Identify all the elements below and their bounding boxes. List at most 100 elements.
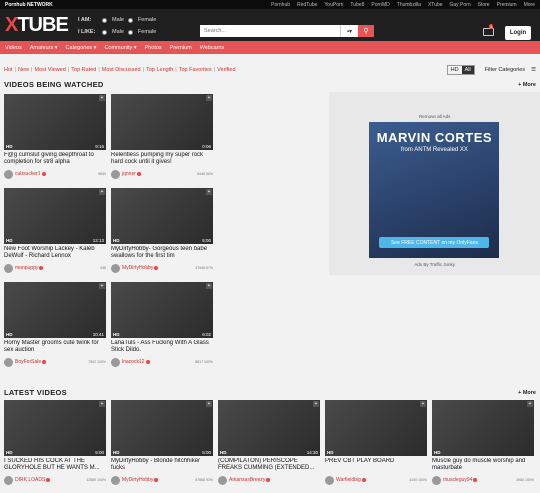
- video-thumbnail[interactable]: + HD 9:16: [4, 94, 106, 150]
- video-card[interactable]: + HD 12:13 New Foot Worship Lackey - Kaleb …: [4, 188, 106, 279]
- filter-categories-button[interactable]: Filter Categories ☰: [485, 67, 536, 73]
- ilike-male-radio[interactable]: [102, 29, 107, 35]
- filter-top-favorites[interactable]: Top Favorites: [179, 67, 212, 73]
- uploader-name[interactable]: Warfieldbig: [336, 477, 361, 483]
- network-link[interactable]: PornMD: [371, 2, 389, 8]
- more-link[interactable]: + More: [518, 390, 536, 396]
- network-link[interactable]: RedTube: [297, 2, 317, 8]
- network-link[interactable]: Gay Porn: [450, 2, 471, 8]
- add-icon[interactable]: +: [99, 401, 105, 407]
- video-title[interactable]: Relentless pumping my super rock hard co…: [111, 152, 213, 167]
- avatar[interactable]: [111, 357, 120, 367]
- nav-amateurs[interactable]: Amateurs ▾: [30, 45, 58, 51]
- network-link[interactable]: More: [524, 2, 535, 8]
- avatar[interactable]: [111, 169, 120, 179]
- network-link[interactable]: Premium: [497, 2, 517, 8]
- uploader-name[interactable]: MyDirtyHobby: [122, 477, 153, 483]
- add-icon[interactable]: +: [420, 401, 426, 407]
- network-link[interactable]: YouPorn: [324, 2, 343, 8]
- uploader-name[interactable]: lnacock12: [122, 359, 145, 365]
- network-link[interactable]: Store: [478, 2, 490, 8]
- video-thumbnail[interactable]: +0:06: [111, 94, 213, 150]
- video-card[interactable]: +0:06 Relentless pumping my super rock ha…: [111, 94, 213, 185]
- ad-cta-button[interactable]: See FREE CONTENT on my OnlyFans: [379, 237, 490, 248]
- iam-male-radio[interactable]: [102, 17, 107, 23]
- video-title[interactable]: MyDirtyHobby- Gorgeous teen babe swallow…: [111, 246, 213, 261]
- video-title[interactable]: New Foot Worship Lackey - Kaleb DeWulf -…: [4, 246, 106, 261]
- network-brand[interactable]: Pornhub NETWORK: [5, 2, 53, 8]
- video-thumbnail[interactable]: + HD 6:02: [111, 282, 213, 338]
- avatar[interactable]: [4, 475, 13, 485]
- network-link[interactable]: Pornhub: [271, 2, 290, 8]
- video-card[interactable]: + HD 5:00 MyDirtyHobby - Blonde hitchhiker …: [111, 400, 213, 491]
- video-card[interactable]: + HD 9:16 F@g cumslut giving deepthroat to …: [4, 94, 106, 185]
- nav-categories[interactable]: Categories ▾: [66, 45, 97, 51]
- avatar[interactable]: [4, 169, 13, 179]
- filter-hot[interactable]: Hot: [4, 67, 13, 73]
- nav-premium[interactable]: Premium: [170, 45, 192, 51]
- uploader-name[interactable]: muscleguy94: [443, 477, 472, 483]
- iam-female-radio[interactable]: [127, 17, 133, 23]
- add-icon[interactable]: +: [99, 189, 105, 195]
- site-logo[interactable]: XTUBE: [5, 14, 69, 37]
- video-thumbnail[interactable]: + HD: [432, 400, 534, 456]
- add-icon[interactable]: +: [206, 283, 212, 289]
- network-link[interactable]: Thumbzilla: [397, 2, 421, 8]
- video-title[interactable]: Muscle guy do muscle worship and masturb…: [432, 458, 534, 473]
- add-icon[interactable]: +: [206, 95, 212, 101]
- video-thumbnail[interactable]: + HD 14:30: [218, 400, 320, 456]
- filter-new[interactable]: New: [18, 67, 29, 73]
- filter-most-discussed[interactable]: Most Discussed: [102, 67, 141, 73]
- search-button[interactable]: ⚲: [358, 25, 374, 37]
- remove-ads-link[interactable]: Remove all Ads: [329, 114, 540, 119]
- add-icon[interactable]: +: [313, 401, 319, 407]
- avatar[interactable]: [111, 475, 120, 485]
- video-title[interactable]: LanaTuls - Ass Fucking With A Glass Stic…: [111, 340, 213, 355]
- video-card[interactable]: + HD 5:00 I SUCKED HIS COCK AT THE GLORYHOL…: [4, 400, 106, 491]
- uploader-name[interactable]: cubsucker1: [15, 171, 41, 177]
- avatar[interactable]: [4, 263, 13, 273]
- video-thumbnail[interactable]: + HD 10:41: [4, 282, 106, 338]
- network-link[interactable]: Tube8: [350, 2, 364, 8]
- add-icon[interactable]: +: [206, 401, 212, 407]
- filter-top-length[interactable]: Top Length: [146, 67, 173, 73]
- nav-videos[interactable]: Videos: [5, 45, 22, 51]
- uploader-name[interactable]: MyDirtyHobby: [122, 265, 153, 271]
- avatar[interactable]: [432, 475, 441, 485]
- hd-toggle-all[interactable]: All: [461, 66, 474, 74]
- filter-top-rated[interactable]: Top Rated: [71, 67, 96, 73]
- filter-verified[interactable]: Verified: [217, 67, 235, 73]
- ad-banner[interactable]: MARVIN CORTES from ANTM Revealed XX See …: [369, 122, 500, 258]
- uploader-name[interactable]: manpuppy: [15, 265, 38, 271]
- filter-most-viewed[interactable]: Most Viewed: [34, 67, 65, 73]
- avatar[interactable]: [4, 357, 13, 367]
- search-input[interactable]: [200, 25, 340, 37]
- video-card[interactable]: + HD 6:02 LanaTuls - Ass Fucking With A Gla…: [111, 282, 213, 373]
- video-thumbnail[interactable]: + HD 5:00: [111, 188, 213, 244]
- more-link[interactable]: + More: [518, 82, 536, 88]
- video-card[interactable]: + HD Muscle guy do muscle worship and mast…: [432, 400, 534, 491]
- add-icon[interactable]: +: [99, 95, 105, 101]
- camera-icon[interactable]: ▪▾: [340, 25, 358, 37]
- uploader-name[interactable]: DIRK LOADS: [15, 477, 45, 483]
- video-card[interactable]: + HD PREV CBT PLAY BOARD Warfieldbig 4100 10…: [325, 400, 427, 491]
- video-thumbnail[interactable]: + HD: [325, 400, 427, 456]
- video-thumbnail[interactable]: + HD 12:13: [4, 188, 106, 244]
- avatar[interactable]: [111, 263, 120, 273]
- add-icon[interactable]: +: [206, 189, 212, 195]
- video-title[interactable]: Horny Master grooms cute twink for sex a…: [4, 340, 106, 355]
- video-title[interactable]: MyDirtyHobby - Blonde hitchhiker fucks: [111, 458, 213, 473]
- avatar[interactable]: [325, 475, 334, 485]
- video-title[interactable]: I SUCKED HIS COCK AT THE GLORYHOLE BUT H…: [4, 458, 106, 473]
- nav-webcams[interactable]: Webcams: [200, 45, 224, 51]
- nav-community[interactable]: Community ▾: [104, 45, 136, 51]
- add-icon[interactable]: +: [99, 283, 105, 289]
- uploader-name[interactable]: jqnner: [122, 171, 136, 177]
- nav-photos[interactable]: Photos: [145, 45, 162, 51]
- login-button[interactable]: Login: [505, 26, 531, 40]
- ilike-female-radio[interactable]: [127, 29, 133, 35]
- video-card[interactable]: + HD 5:00 MyDirtyHobby- Gorgeous teen babe …: [111, 188, 213, 279]
- uploader-name[interactable]: ArkansasBreezy: [229, 477, 265, 483]
- add-icon[interactable]: +: [527, 401, 533, 407]
- mail-icon[interactable]: [483, 28, 494, 36]
